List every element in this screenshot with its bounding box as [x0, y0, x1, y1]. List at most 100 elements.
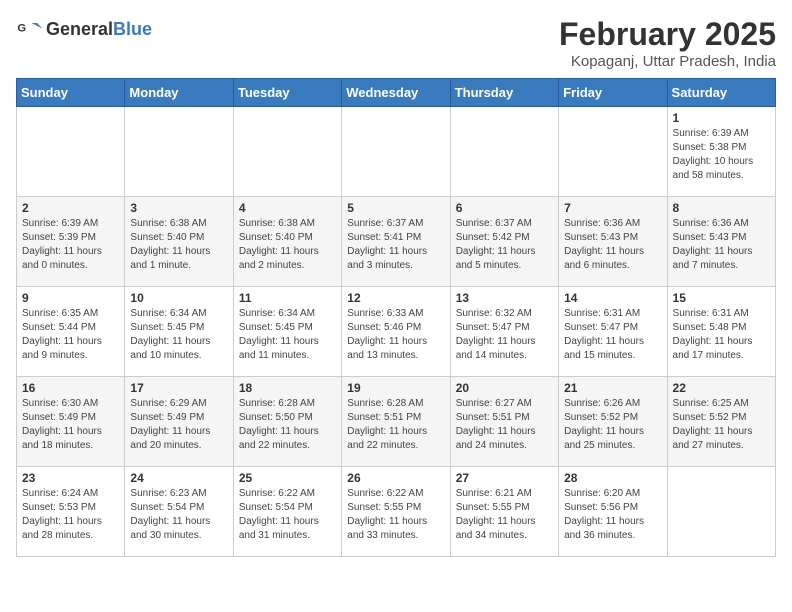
week-row-2: 2 Sunrise: 6:39 AM Sunset: 5:39 PM Daylig… — [17, 197, 776, 287]
calendar-cell: 4Sunrise: 6:38 AM Sunset: 5:40 PM Daylig… — [233, 197, 341, 287]
day-number: 12 — [347, 291, 444, 305]
day-number: 6 — [456, 201, 553, 215]
day-info: Sunrise: 6:29 AM Sunset: 5:49 PM Dayligh… — [130, 397, 227, 453]
day-info: Sunrise: 6:25 AM Sunset: 5:52 PM Dayligh… — [673, 397, 770, 453]
title-area: February 2025 Kopaganj, Uttar Pradesh, I… — [559, 16, 776, 70]
calendar-cell: 8 Sunrise: 6:36 AM Sunset: 5:43 PM Daylig… — [667, 197, 775, 287]
day-number: 25 — [239, 471, 336, 485]
calendar-cell: 7 Sunrise: 6:36 AM Sunset: 5:43 PM Daylig… — [559, 197, 667, 287]
day-info: Sunrise: 6:36 AM Sunset: 5:43 PM Dayligh… — [564, 217, 661, 273]
calendar-cell — [342, 107, 450, 197]
day-info: Sunrise: 6:22 AM Sunset: 5:55 PM Dayligh… — [347, 487, 444, 543]
calendar-table: SundayMondayTuesdayWednesdayThursdayFrid… — [16, 78, 776, 557]
calendar-cell: 12 Sunrise: 6:33 AM Sunset: 5:46 PM Dayli… — [342, 287, 450, 377]
calendar-cell — [450, 107, 558, 197]
day-info: Sunrise: 6:37 AM Sunset: 5:42 PM Dayligh… — [456, 217, 553, 273]
day-info: Sunrise: 6:30 AM Sunset: 5:49 PM Dayligh… — [22, 397, 119, 453]
day-info: Sunrise: 6:20 AM Sunset: 5:56 PM Dayligh… — [564, 487, 661, 543]
page-header: G GeneralBlue February 2025 Kopaganj, Ut… — [16, 16, 776, 70]
day-number: 15 — [673, 291, 770, 305]
main-title: February 2025 — [559, 16, 776, 53]
calendar-cell: 28 Sunrise: 6:20 AM Sunset: 5:56 PM Dayli… — [559, 467, 667, 557]
day-info: Sunrise: 6:34 AM Sunset: 5:45 PM Dayligh… — [239, 307, 336, 363]
day-info: Sunrise: 6:31 AM Sunset: 5:48 PM Dayligh… — [673, 307, 770, 363]
day-number: 1 — [673, 111, 770, 125]
day-number: 28 — [564, 471, 661, 485]
day-number: 17 — [130, 381, 227, 395]
day-info: Sunrise: 6:36 AM Sunset: 5:43 PM Dayligh… — [673, 217, 770, 273]
calendar-cell — [233, 107, 341, 197]
day-info: Sunrise: 6:24 AM Sunset: 5:53 PM Dayligh… — [22, 487, 119, 543]
day-number: 7 — [564, 201, 661, 215]
weekday-header-row: SundayMondayTuesdayWednesdayThursdayFrid… — [17, 79, 776, 107]
day-number: 8 — [673, 201, 770, 215]
weekday-header-tuesday: Tuesday — [233, 79, 341, 107]
weekday-header-wednesday: Wednesday — [342, 79, 450, 107]
day-number: 9 — [22, 291, 119, 305]
day-info: Sunrise: 6:32 AM Sunset: 5:47 PM Dayligh… — [456, 307, 553, 363]
calendar-cell: 17 Sunrise: 6:29 AM Sunset: 5:49 PM Dayli… — [125, 377, 233, 467]
week-row-1: 1Sunrise: 6:39 AM Sunset: 5:38 PM Daylig… — [17, 107, 776, 197]
calendar-cell: 11 Sunrise: 6:34 AM Sunset: 5:45 PM Dayli… — [233, 287, 341, 377]
day-number: 27 — [456, 471, 553, 485]
day-number: 3 — [130, 201, 227, 215]
day-number: 21 — [564, 381, 661, 395]
calendar-cell: 22Sunrise: 6:25 AM Sunset: 5:52 PM Dayli… — [667, 377, 775, 467]
week-row-5: 23 Sunrise: 6:24 AM Sunset: 5:53 PM Dayli… — [17, 467, 776, 557]
day-number: 23 — [22, 471, 119, 485]
day-number: 19 — [347, 381, 444, 395]
logo-blue-text: Blue — [113, 19, 152, 39]
day-info: Sunrise: 6:21 AM Sunset: 5:55 PM Dayligh… — [456, 487, 553, 543]
calendar-cell: 14 Sunrise: 6:31 AM Sunset: 5:47 PM Dayli… — [559, 287, 667, 377]
calendar-cell — [559, 107, 667, 197]
day-info: Sunrise: 6:35 AM Sunset: 5:44 PM Dayligh… — [22, 307, 119, 363]
day-info: Sunrise: 6:39 AM Sunset: 5:39 PM Dayligh… — [22, 217, 119, 273]
day-info: Sunrise: 6:38 AM Sunset: 5:40 PM Dayligh… — [130, 217, 227, 273]
day-number: 20 — [456, 381, 553, 395]
day-number: 4 — [239, 201, 336, 215]
day-info: Sunrise: 6:26 AM Sunset: 5:52 PM Dayligh… — [564, 397, 661, 453]
calendar-cell: 13 Sunrise: 6:32 AM Sunset: 5:47 PM Dayli… — [450, 287, 558, 377]
calendar-cell — [17, 107, 125, 197]
calendar-cell — [667, 467, 775, 557]
day-info: Sunrise: 6:31 AM Sunset: 5:47 PM Dayligh… — [564, 307, 661, 363]
logo-general-text: General — [46, 19, 113, 39]
day-info: Sunrise: 6:37 AM Sunset: 5:41 PM Dayligh… — [347, 217, 444, 273]
calendar-cell: 15 Sunrise: 6:31 AM Sunset: 5:48 PM Dayli… — [667, 287, 775, 377]
calendar-cell: 6 Sunrise: 6:37 AM Sunset: 5:42 PM Daylig… — [450, 197, 558, 287]
calendar-cell — [125, 107, 233, 197]
calendar-cell: 26 Sunrise: 6:22 AM Sunset: 5:55 PM Dayli… — [342, 467, 450, 557]
day-number: 14 — [564, 291, 661, 305]
calendar-cell: 9 Sunrise: 6:35 AM Sunset: 5:44 PM Daylig… — [17, 287, 125, 377]
calendar-cell: 5 Sunrise: 6:37 AM Sunset: 5:41 PM Daylig… — [342, 197, 450, 287]
weekday-header-saturday: Saturday — [667, 79, 775, 107]
week-row-3: 9 Sunrise: 6:35 AM Sunset: 5:44 PM Daylig… — [17, 287, 776, 377]
calendar-cell: 21 Sunrise: 6:26 AM Sunset: 5:52 PM Dayli… — [559, 377, 667, 467]
day-number: 13 — [456, 291, 553, 305]
day-info: Sunrise: 6:28 AM Sunset: 5:50 PM Dayligh… — [239, 397, 336, 453]
weekday-header-sunday: Sunday — [17, 79, 125, 107]
calendar-cell: 3 Sunrise: 6:38 AM Sunset: 5:40 PM Daylig… — [125, 197, 233, 287]
day-info: Sunrise: 6:27 AM Sunset: 5:51 PM Dayligh… — [456, 397, 553, 453]
logo: G GeneralBlue — [16, 16, 152, 44]
day-number: 26 — [347, 471, 444, 485]
day-info: Sunrise: 6:23 AM Sunset: 5:54 PM Dayligh… — [130, 487, 227, 543]
day-number: 24 — [130, 471, 227, 485]
calendar-cell: 20 Sunrise: 6:27 AM Sunset: 5:51 PM Dayli… — [450, 377, 558, 467]
calendar-cell: 23 Sunrise: 6:24 AM Sunset: 5:53 PM Dayli… — [17, 467, 125, 557]
calendar-cell: 18Sunrise: 6:28 AM Sunset: 5:50 PM Dayli… — [233, 377, 341, 467]
day-info: Sunrise: 6:22 AM Sunset: 5:54 PM Dayligh… — [239, 487, 336, 543]
calendar-cell: 19 Sunrise: 6:28 AM Sunset: 5:51 PM Dayli… — [342, 377, 450, 467]
day-number: 5 — [347, 201, 444, 215]
day-info: Sunrise: 6:28 AM Sunset: 5:51 PM Dayligh… — [347, 397, 444, 453]
calendar-cell: 10 Sunrise: 6:34 AM Sunset: 5:45 PM Dayli… — [125, 287, 233, 377]
day-info: Sunrise: 6:33 AM Sunset: 5:46 PM Dayligh… — [347, 307, 444, 363]
calendar-cell: 24 Sunrise: 6:23 AM Sunset: 5:54 PM Dayli… — [125, 467, 233, 557]
logo-icon: G — [16, 16, 44, 44]
day-number: 10 — [130, 291, 227, 305]
weekday-header-friday: Friday — [559, 79, 667, 107]
calendar-cell: 2 Sunrise: 6:39 AM Sunset: 5:39 PM Daylig… — [17, 197, 125, 287]
day-number: 2 — [22, 201, 119, 215]
day-info: Sunrise: 6:34 AM Sunset: 5:45 PM Dayligh… — [130, 307, 227, 363]
day-number: 11 — [239, 291, 336, 305]
